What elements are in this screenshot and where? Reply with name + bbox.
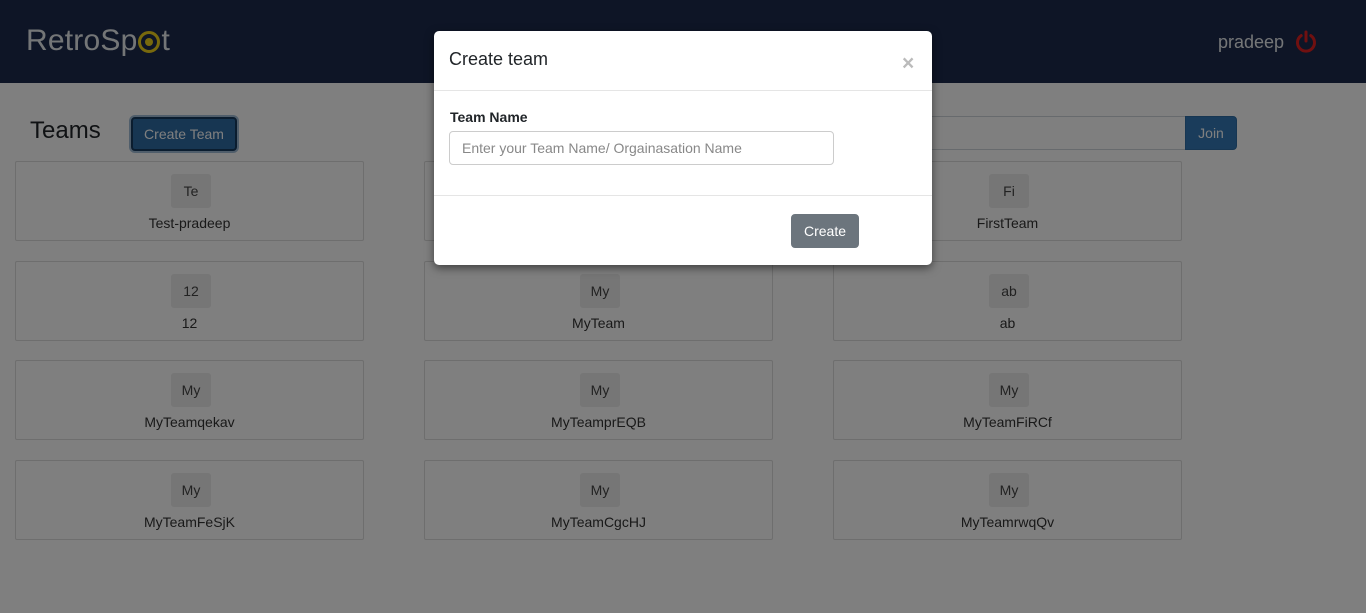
- modal-title: Create team: [449, 49, 549, 69]
- modal-footer-divider: [434, 195, 932, 196]
- team-name-input[interactable]: [449, 131, 834, 165]
- create-team-modal: Create team × Team Name Create: [434, 31, 932, 265]
- close-icon[interactable]: ×: [902, 53, 914, 74]
- create-button[interactable]: Create: [791, 214, 859, 248]
- team-name-label: Team Name: [450, 109, 528, 125]
- modal-header-divider: [434, 90, 932, 91]
